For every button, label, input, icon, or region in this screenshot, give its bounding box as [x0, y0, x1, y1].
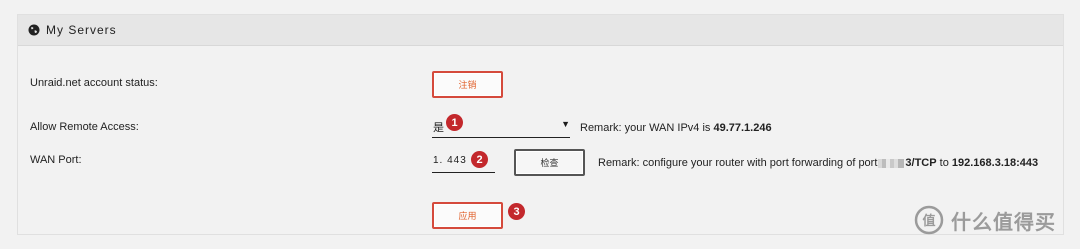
wan-ipv4-value: 49.77.1.246: [713, 122, 772, 134]
remote-access-label: Allow Remote Access:: [30, 121, 139, 133]
wan-ipv4-remark: Remark: your WAN IPv4 is 49.77.1.246: [580, 122, 772, 134]
watermark: 值 什么值得买: [913, 205, 1056, 235]
logout-button[interactable]: 注销: [432, 71, 503, 98]
remote-access-selected: 是: [433, 122, 444, 134]
port-forward-suffix: 3/TCP: [905, 157, 937, 169]
port-forward-remark-prefix: Remark: configure your router with port …: [598, 157, 878, 169]
annotation-badge-2: 2: [471, 151, 488, 168]
value-logo-icon: 值: [914, 205, 944, 235]
account-status-label: Unraid.net account status:: [30, 77, 158, 89]
wan-port-value: 1. 443: [433, 155, 467, 166]
annotation-badge-3: 3: [508, 203, 525, 220]
dropdown-arrow-icon: ▼: [561, 119, 570, 129]
annotation-badge-1: 1: [446, 114, 463, 131]
panel-title: My Servers: [46, 23, 117, 37]
redacted-port-mosaic: [878, 158, 905, 168]
watermark-text: 什么值得买: [951, 211, 1056, 234]
wan-ipv4-remark-prefix: Remark: your WAN IPv4 is: [580, 122, 714, 134]
port-forward-target: 192.168.3.18:443: [951, 157, 1039, 169]
apply-button[interactable]: 应用: [432, 202, 503, 229]
svg-text:值: 值: [922, 213, 935, 229]
port-forward-remark: Remark: configure your router with port …: [598, 157, 1038, 169]
check-port-button[interactable]: 检查: [514, 149, 585, 176]
port-forward-to: to: [936, 157, 952, 169]
panel-header: My Servers: [18, 15, 1063, 46]
globe-icon: [28, 24, 40, 36]
wan-port-label: WAN Port:: [30, 154, 82, 166]
